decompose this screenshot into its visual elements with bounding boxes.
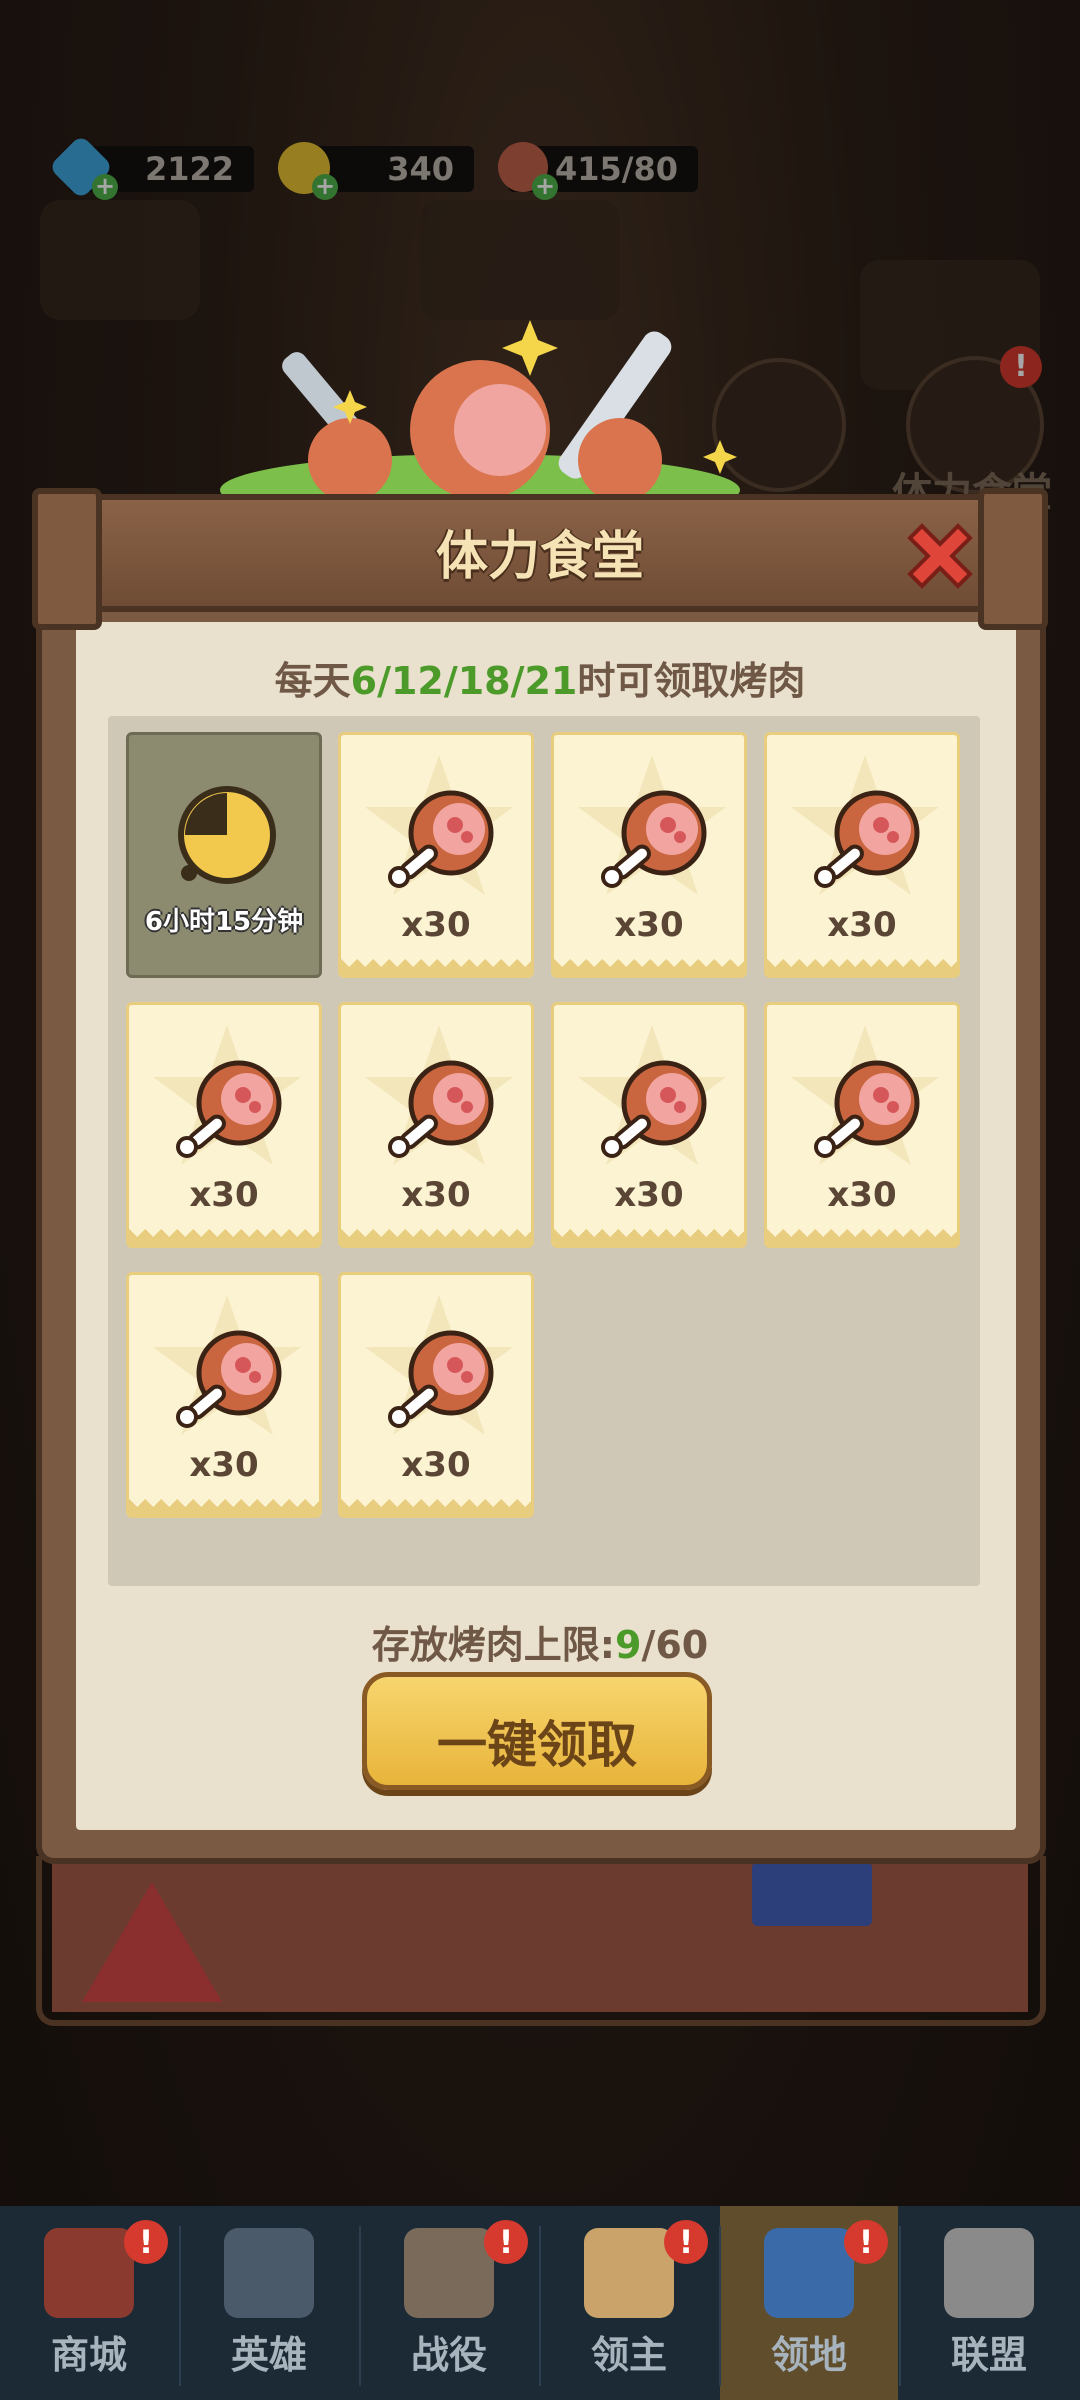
nav-item-swords[interactable]: 战役!: [360, 2206, 538, 2400]
reward-card[interactable]: x30: [338, 1002, 534, 1248]
nav-label: 战役: [410, 2333, 487, 2377]
limit-label: 存放烤肉上限:: [371, 1623, 615, 1667]
card-edge: [554, 959, 744, 975]
card-edge: [341, 1229, 531, 1245]
lord-icon: [584, 2228, 674, 2318]
meat-platter-icon: [220, 320, 740, 510]
card-edge: [554, 1229, 744, 1245]
background-frame: [36, 1856, 1046, 2026]
nav-label: 商城: [50, 2333, 127, 2377]
nav-separator: [359, 2226, 361, 2386]
nav-item-hero-cards[interactable]: 英雄: [180, 2206, 358, 2400]
reward-card[interactable]: x30: [126, 1002, 322, 1248]
reward-qty: x30: [827, 1175, 897, 1215]
claim-all-label: 一键领取: [437, 1716, 637, 1774]
limit-current: 9: [614, 1623, 642, 1667]
nav-label: 领主: [590, 2333, 667, 2377]
meat-icon: [811, 1055, 921, 1165]
alert-badge: !: [484, 2220, 528, 2264]
reward-qty: x30: [401, 1445, 471, 1485]
reward-qty: x30: [827, 905, 897, 945]
card-edge: [129, 1229, 319, 1245]
reward-qty: x30: [614, 1175, 684, 1215]
nav-item-shop[interactable]: 商城!: [0, 2206, 178, 2400]
nav-label: 联盟: [950, 2333, 1027, 2377]
card-edge: [767, 959, 957, 975]
meat-icon: [811, 785, 921, 895]
reward-card[interactable]: x30: [338, 732, 534, 978]
knight-helmet-icon: [944, 2228, 1034, 2318]
hero-cards-icon: [224, 2228, 314, 2318]
reward-qty: x30: [189, 1445, 259, 1485]
meat-icon: [598, 785, 708, 895]
swords-icon: [404, 2228, 494, 2318]
limit-max: /60: [641, 1623, 709, 1667]
reward-card[interactable]: x30: [551, 732, 747, 978]
timer-text: 6小时15分钟: [144, 907, 304, 937]
alert-badge: !: [124, 2220, 168, 2264]
nav-separator: [539, 2226, 541, 2386]
reward-card[interactable]: x30: [764, 732, 960, 978]
schedule-times: 6/12/18/21: [350, 659, 578, 703]
reward-card[interactable]: x30: [551, 1002, 747, 1248]
schedule-prefix: 每天: [274, 659, 351, 703]
reward-qty: x30: [401, 1175, 471, 1215]
shop-icon: [44, 2228, 134, 2318]
card-edge: [341, 1499, 531, 1515]
alert-badge: !: [664, 2220, 708, 2264]
reward-qty: x30: [614, 905, 684, 945]
reward-qty: x30: [401, 905, 471, 945]
castle-icon: [764, 2228, 854, 2318]
reward-card[interactable]: x30: [338, 1272, 534, 1518]
nav-item-knight-helmet[interactable]: 联盟: [900, 2206, 1078, 2400]
nav-separator: [179, 2226, 181, 2386]
nav-item-castle[interactable]: 领地!: [720, 2206, 898, 2400]
schedule-suffix: 时可领取烤肉: [577, 659, 806, 703]
timer-card: 6小时15分钟: [126, 732, 322, 978]
alert-badge: !: [844, 2220, 888, 2264]
storage-limit: 存放烤肉上限:9/60: [0, 1614, 1080, 1669]
meat-icon: [598, 1055, 708, 1165]
nav-separator: [899, 2226, 901, 2386]
claim-all-button[interactable]: 一键领取: [362, 1672, 712, 1790]
card-edge: [129, 1499, 319, 1515]
reward-card[interactable]: x30: [764, 1002, 960, 1248]
meat-icon: [385, 1055, 495, 1165]
meat-icon: [385, 785, 495, 895]
card-edge: [767, 1229, 957, 1245]
meat-icon: [173, 1055, 283, 1165]
reward-card[interactable]: x30: [126, 1272, 322, 1518]
nav-item-lord[interactable]: 领主!: [540, 2206, 718, 2400]
nav-label: 英雄: [230, 2333, 307, 2377]
nav-label: 领地: [770, 2333, 847, 2377]
bottom-nav: 商城! 英雄 战役! 领主! 领地! 联盟: [0, 2206, 1080, 2400]
meat-icon: [173, 1325, 283, 1435]
nav-separator: [719, 2226, 721, 2386]
close-icon[interactable]: [900, 516, 980, 596]
card-edge: [341, 959, 531, 975]
schedule-text: 每天6/12/18/21时可领取烤肉: [0, 650, 1080, 705]
meat-icon: [385, 1325, 495, 1435]
reward-qty: x30: [189, 1175, 259, 1215]
clock-icon: [178, 786, 276, 884]
